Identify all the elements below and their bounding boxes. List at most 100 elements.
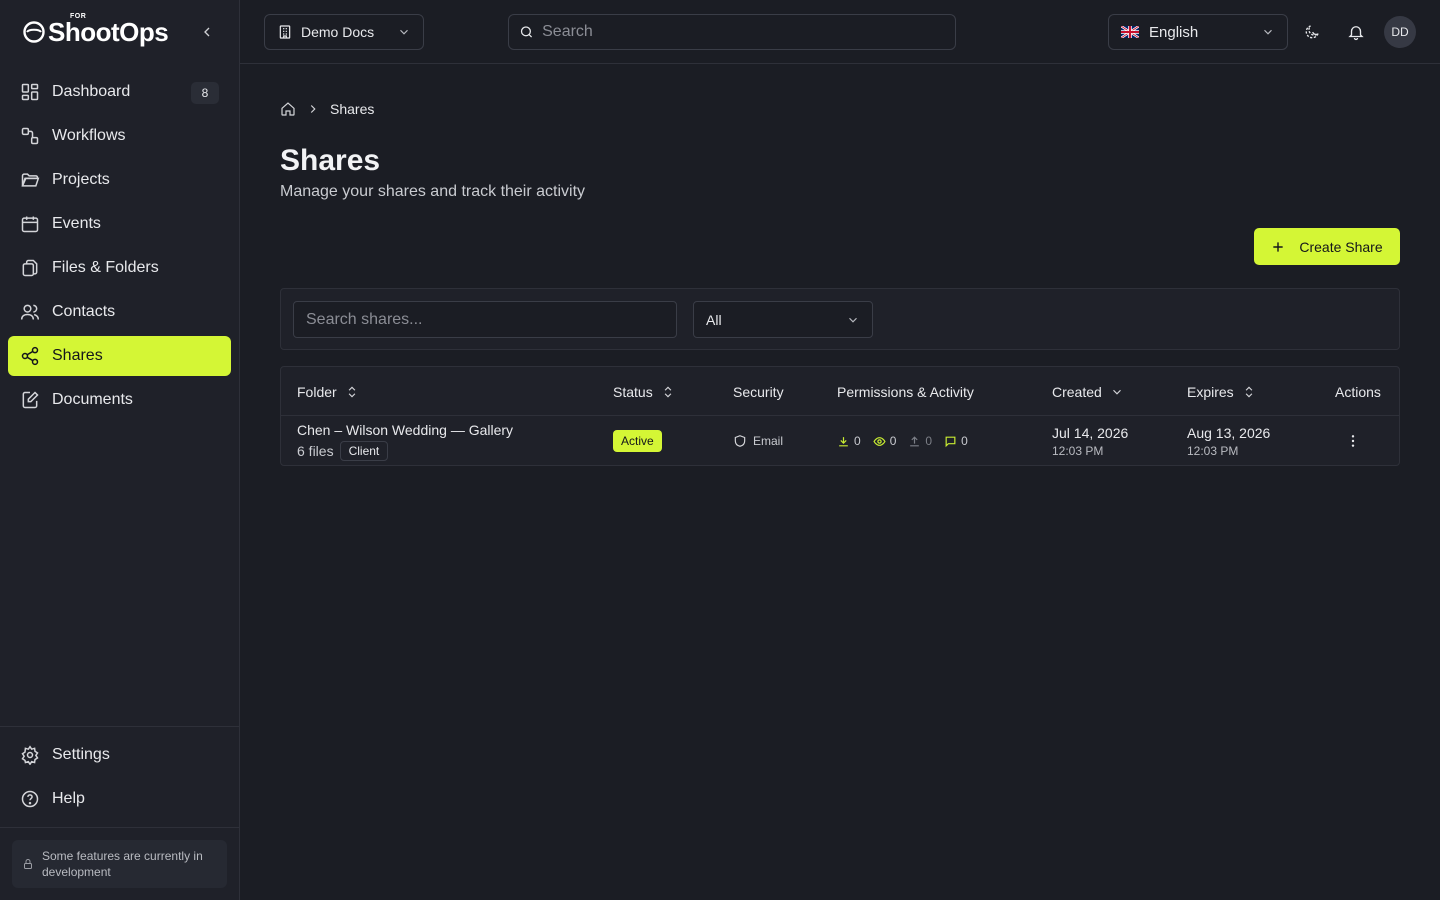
home-icon[interactable] [280,101,296,117]
shares-search-input[interactable] [306,310,664,329]
shield-icon [734,435,746,447]
files-icon [22,259,38,277]
download-icon [839,436,848,446]
sidebar-item-help[interactable]: Help [8,779,231,819]
status-badge: Active [613,430,662,452]
chevron-left-icon [204,27,210,37]
column-header-security: Security [733,367,784,416]
status-filter-value: All [706,311,722,328]
cell-expires: Aug 13, 2026 12:03 PM [1187,416,1270,466]
language-select[interactable]: English [1108,14,1288,50]
breadcrumb-current: Shares [330,101,375,117]
column-label: Expires [1187,383,1234,400]
sidebar-item-label: Settings [52,746,110,763]
comments-stat: 0 [944,434,968,448]
global-search-input[interactable] [542,23,945,41]
folder-meta: 6 files Client [297,440,513,461]
sidebar-item-settings[interactable]: Settings [8,735,231,775]
chevron-down-icon [1264,29,1272,35]
chevron-right-icon [310,105,316,113]
sidebar-item-label: Dashboard [52,83,131,100]
topbar: Demo Docs English DD [240,0,1440,64]
sidebar-item-documents[interactable]: Documents [8,380,231,420]
table-header: Folder Status Security Permissions & Act… [281,367,1399,416]
column-header-actions: Actions [1335,367,1381,416]
cell-actions [1341,416,1365,466]
dev-note-text: Some features are currently in developme… [42,849,203,879]
notifications-button[interactable] [1344,20,1368,44]
downloads-stat: 0 [837,434,861,448]
filter-bar: All [280,288,1400,350]
dashboard-icon [21,83,39,101]
expires-time: 12:03 PM [1187,443,1239,458]
help-icon [21,790,39,808]
sidebar-item-shares[interactable]: Shares [8,336,231,376]
create-share-label: Create Share [1299,238,1383,255]
column-label: Created [1052,383,1102,400]
sidebar-item-files-folders[interactable]: Files & Folders [8,248,231,288]
status-filter-select[interactable]: All [693,301,873,338]
workspace-name: Demo Docs [301,24,375,40]
collapse-sidebar-button[interactable] [195,20,219,44]
document-edit-icon [22,391,39,409]
users-icon [20,304,40,320]
logo-row: FOR ShootOps [0,0,239,64]
column-header-created[interactable]: Created [1052,367,1124,416]
column-header-expires[interactable]: Expires [1187,367,1256,416]
table-row[interactable]: Chen – Wilson Wedding — Gallery 6 files … [281,416,1399,466]
column-header-folder[interactable]: Folder [297,367,359,416]
folder-name[interactable]: Chen – Wilson Wedding — Gallery [297,422,513,438]
sort-icon [348,386,356,397]
logo-prefix: FOR [70,12,87,20]
chevron-down-icon [1112,389,1121,395]
sidebar: FOR ShootOps Dashboard 8 Workflows Proje… [0,0,240,900]
sidebar-item-label: Files & Folders [52,259,159,276]
sidebar-nav: Dashboard 8 Workflows Projects Events Fi… [0,64,239,432]
sort-icon [1245,386,1253,397]
share-icon [21,346,39,366]
logo[interactable]: FOR ShootOps [22,13,169,48]
logo-mark-icon [23,21,45,43]
theme-toggle-button[interactable] [1300,20,1324,44]
security-label: Email [753,434,784,448]
sidebar-item-workflows[interactable]: Workflows [8,116,231,156]
sidebar-item-events[interactable]: Events [8,204,231,244]
cell-created: Jul 14, 2026 12:03 PM [1052,416,1128,466]
global-search [508,14,956,50]
building-icon [279,25,291,39]
sort-icon [664,386,672,397]
page-subtitle: Manage your shares and track their activ… [280,183,586,200]
search-icon [520,26,533,38]
sidebar-item-projects[interactable]: Projects [8,160,231,200]
views-count: 0 [889,434,897,448]
sidebar-item-label: Shares [52,347,103,364]
cell-folder: Chen – Wilson Wedding — Gallery 6 files … [297,416,513,466]
created-date: Jul 14, 2026 [1052,424,1129,441]
audience-chip: Client [339,440,389,461]
column-label: Security [733,383,784,400]
sidebar-item-contacts[interactable]: Contacts [8,292,231,332]
views-stat: 0 [873,434,897,448]
column-header-status[interactable]: Status [613,367,675,416]
create-share-button[interactable]: Create Share [1254,228,1400,265]
cell-status: Active [613,416,662,466]
downloads-count: 0 [854,434,861,448]
upload-icon [910,435,920,446]
column-label: Permissions & Activity [837,383,974,400]
breadcrumb: Shares [280,101,374,117]
avatar[interactable]: DD [1384,16,1416,48]
eye-icon [873,436,886,446]
calendar-icon [21,216,39,233]
logo-wordmark: ShootOps [48,16,169,47]
dev-note: Some features are currently in developme… [12,840,227,888]
uploads-stat: 0 [908,434,932,448]
row-actions-button[interactable] [1341,429,1365,453]
shares-table: Folder Status Security Permissions & Act… [280,366,1400,466]
gear-icon [21,745,39,765]
sidebar-item-dashboard[interactable]: Dashboard 8 [8,72,231,112]
comment-icon [945,436,956,447]
uploads-count: 0 [925,434,933,448]
workflow-icon [21,127,39,145]
dev-note-section: Some features are currently in developme… [0,827,239,900]
workspace-select[interactable]: Demo Docs [264,14,424,50]
